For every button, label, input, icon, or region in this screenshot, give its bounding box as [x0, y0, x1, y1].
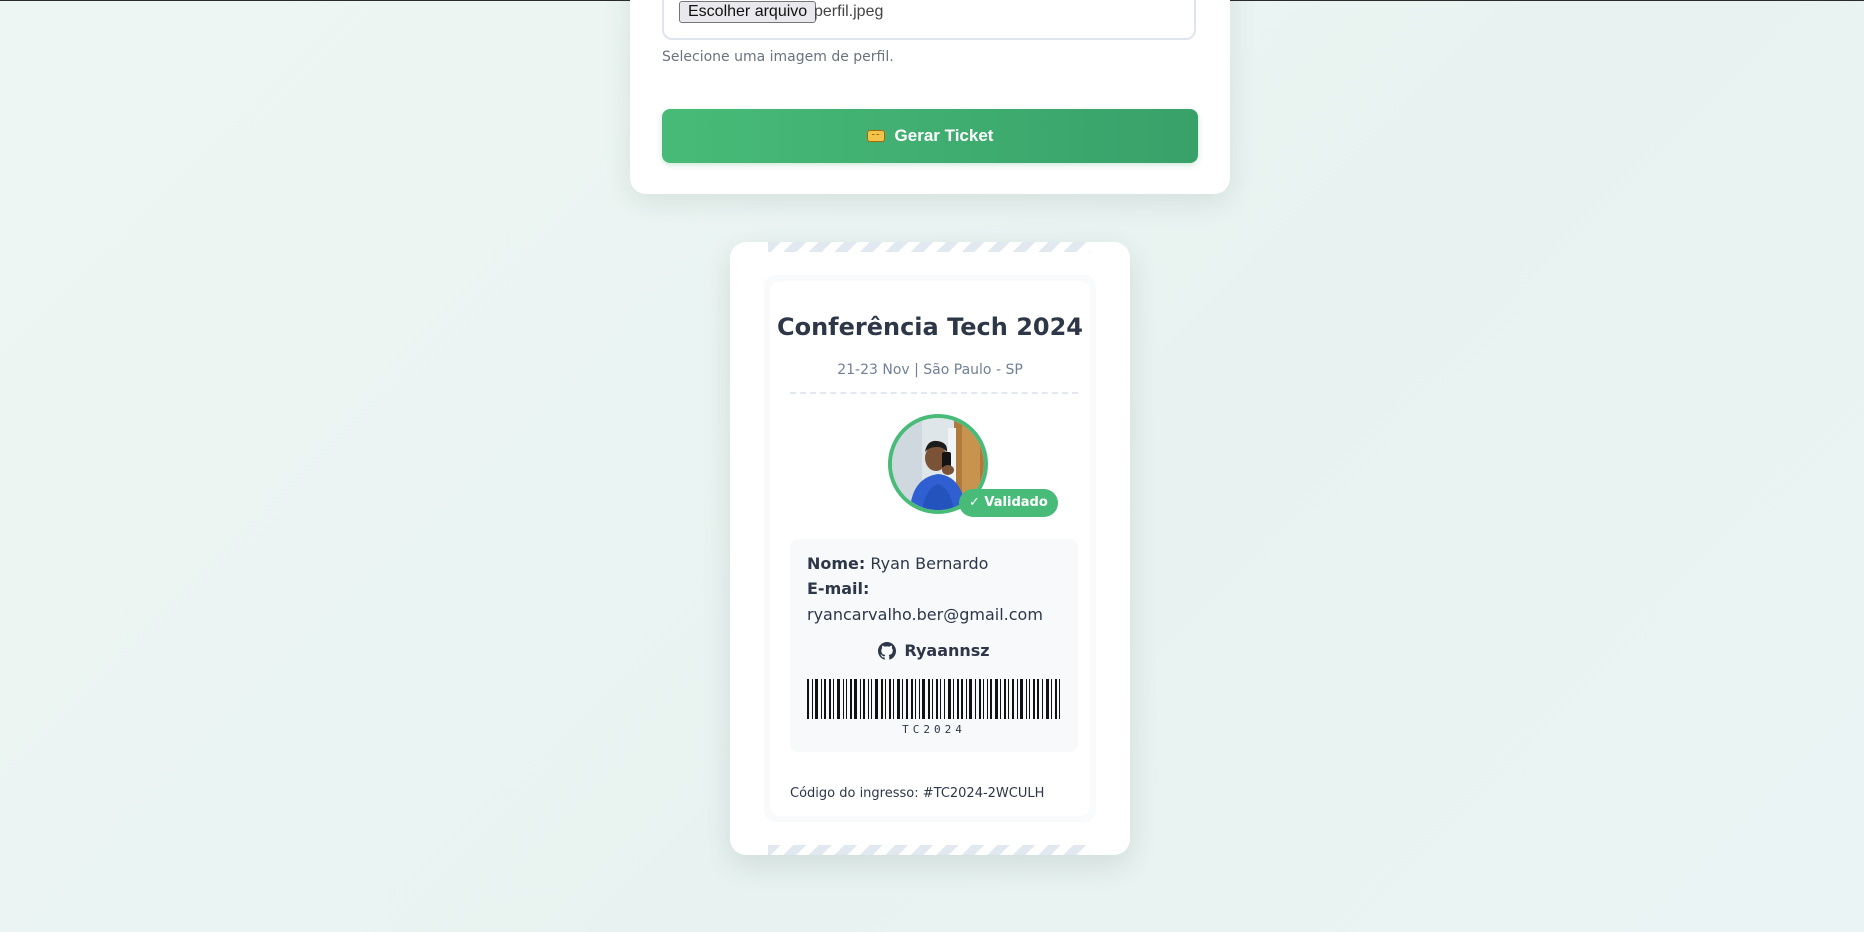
choose-file-button[interactable]: Escolher arquivo — [679, 1, 817, 23]
barcode-text: TC2024 — [902, 723, 966, 736]
barcode-bar — [1032, 679, 1035, 719]
barcode-bar — [871, 679, 873, 719]
ticket-bottom-stripe — [768, 845, 1090, 855]
ticket-code: Código do ingresso: #TC2024-2WCULH — [790, 786, 1045, 801]
barcode-bar — [922, 679, 926, 719]
generate-ticket-label: Gerar Ticket — [894, 126, 994, 145]
email-value: ryancarvalho.ber@gmail.com — [807, 605, 1043, 624]
barcode-bar — [953, 679, 955, 719]
barcode-bar — [811, 679, 813, 719]
barcode-bar — [1003, 679, 1006, 719]
barcode-bar — [1045, 679, 1049, 719]
attendee-details: Nome: Ryan Bernardo E-mail: ryancarvalho… — [790, 539, 1078, 752]
barcode-bar — [1008, 679, 1010, 719]
barcode-bar — [956, 679, 959, 719]
github-icon — [878, 641, 897, 660]
barcode-bar — [875, 679, 878, 719]
barcode-bar — [888, 679, 891, 719]
barcode-bar — [885, 679, 887, 719]
barcode-bar — [927, 679, 930, 719]
barcode-bar — [1020, 679, 1024, 719]
barcode-bar — [974, 679, 976, 719]
name-value: Ryan Bernardo — [870, 554, 989, 573]
github-row: Ryaannsz — [790, 641, 1078, 660]
barcode-bar — [905, 679, 908, 719]
barcode-bar — [807, 679, 809, 719]
barcode-bar — [986, 679, 988, 719]
ticket-divider — [790, 392, 1078, 394]
file-hint: Selecione uma imagem de perfil. — [662, 49, 894, 65]
barcode-bar — [978, 679, 981, 719]
barcode-bar — [969, 679, 973, 719]
barcode-bar — [1029, 679, 1031, 719]
barcode-bar — [824, 679, 827, 719]
barcode-bar — [896, 679, 900, 719]
barcode-bar — [854, 679, 858, 719]
ticket-sheet: Conferência Tech 2024 21-23 Nov | São Pa… — [770, 281, 1090, 816]
github-username: Ryaannsz — [904, 641, 990, 660]
barcode-bar — [983, 679, 985, 719]
event-date-location: 21-23 Nov | São Paulo - SP — [837, 362, 1023, 378]
barcode-bar — [935, 679, 938, 719]
barcode-bar — [910, 679, 913, 719]
file-input-box[interactable]: Escolher arquivo perfil.jpeg — [662, 0, 1196, 40]
barcode-bar — [880, 679, 883, 719]
barcode-bar — [846, 679, 848, 719]
barcode-bar — [994, 679, 998, 719]
barcode-bar — [1041, 679, 1043, 719]
ticket-top-stripe — [768, 242, 1090, 252]
barcode-bar — [947, 679, 951, 719]
ticket-icon — [866, 130, 885, 142]
barcode-bar — [1037, 679, 1040, 719]
barcode-bar — [820, 679, 822, 719]
generate-ticket-button[interactable]: Gerar Ticket — [662, 109, 1198, 163]
barcode-bar — [1051, 679, 1053, 719]
barcode-bar — [965, 679, 967, 719]
email-label: E-mail: — [807, 579, 870, 598]
barcode-bar — [1059, 679, 1061, 719]
barcode-bar — [1012, 679, 1014, 719]
barcode-bar — [828, 679, 831, 719]
barcode-bar — [867, 679, 869, 719]
name-row: Nome: Ryan Bernardo — [807, 554, 988, 573]
event-title: Conferência Tech 2024 — [776, 313, 1084, 341]
barcode-bar — [849, 679, 852, 719]
barcode-bar — [902, 679, 904, 719]
barcode-bar — [815, 679, 819, 719]
barcode-bar — [836, 679, 840, 719]
ticket-card: Conferência Tech 2024 21-23 Nov | São Pa… — [730, 242, 1130, 855]
barcode-bar — [961, 679, 964, 719]
selected-file-name: perfil.jpeg — [814, 3, 884, 20]
barcode-bar — [833, 679, 835, 719]
barcode-bar — [893, 679, 895, 719]
barcode-bar — [990, 679, 993, 719]
email-row: E-mail: — [807, 579, 869, 598]
barcode-bar — [863, 679, 866, 719]
ticket-form-card: Escolher arquivo perfil.jpeg Selecione u… — [630, 0, 1230, 194]
barcode-bar — [915, 679, 917, 719]
barcode-bar — [1016, 679, 1018, 719]
barcode — [807, 679, 1061, 719]
barcode-bar — [859, 679, 861, 719]
ticket-inner: Conferência Tech 2024 21-23 Nov | São Pa… — [764, 275, 1096, 822]
barcode-bar — [932, 679, 934, 719]
barcode-bar — [944, 679, 945, 719]
barcode-bar — [1000, 679, 1002, 719]
barcode-bar — [1054, 679, 1057, 719]
barcode-bar — [940, 679, 942, 719]
barcode-bar — [1025, 679, 1027, 719]
name-label: Nome: — [807, 554, 866, 573]
barcode-bar — [842, 679, 844, 719]
status-badge: ✓ Validado — [959, 489, 1058, 517]
barcode-bar — [918, 679, 920, 719]
